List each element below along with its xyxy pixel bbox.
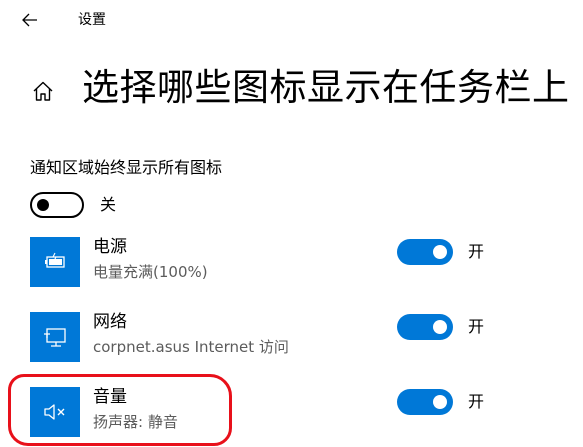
toggle-state-label: 关 [100, 195, 117, 214]
window-title: 设置 [78, 12, 106, 28]
volume-toggle[interactable] [397, 389, 453, 415]
always-show-all-icons-toggle[interactable] [30, 192, 84, 218]
item-name: 音量 [93, 387, 127, 407]
home-button[interactable] [28, 76, 58, 106]
item-description: 电量充满(100%) [93, 263, 208, 281]
network-tile [30, 312, 80, 362]
battery-icon [45, 252, 65, 268]
back-arrow-icon [22, 13, 37, 27]
list-item-power: 电源 电量充满(100%) 开 [30, 237, 550, 291]
volume-mute-icon [44, 404, 65, 420]
item-description: corpnet.asus Internet 访问 [93, 338, 289, 356]
toggle-knob [433, 245, 447, 259]
toggle-state-label: 开 [468, 392, 485, 411]
back-button[interactable] [16, 6, 44, 34]
always-show-all-icons-row: 关 [30, 191, 116, 219]
network-icon [44, 328, 66, 347]
toggle-knob [433, 320, 447, 334]
page-title: 选择哪些图标显示在任务栏上 [82, 66, 570, 109]
power-tile [30, 237, 80, 287]
toggle-knob [433, 395, 447, 409]
item-name: 网络 [93, 312, 127, 332]
volume-tile [30, 387, 80, 437]
toggle-state-label: 开 [468, 242, 485, 261]
power-toggle[interactable] [397, 239, 453, 265]
toggle-state-label: 开 [468, 317, 485, 336]
item-name: 电源 [93, 237, 127, 257]
home-icon [33, 81, 53, 101]
toggle-knob [37, 199, 49, 211]
list-item-network: 网络 corpnet.asus Internet 访问 开 [30, 312, 550, 366]
network-toggle[interactable] [397, 314, 453, 340]
list-item-volume: 音量 扬声器: 静音 开 [30, 387, 550, 441]
item-description: 扬声器: 静音 [93, 413, 178, 431]
always-show-all-icons-label: 通知区域始终显示所有图标 [30, 158, 223, 177]
